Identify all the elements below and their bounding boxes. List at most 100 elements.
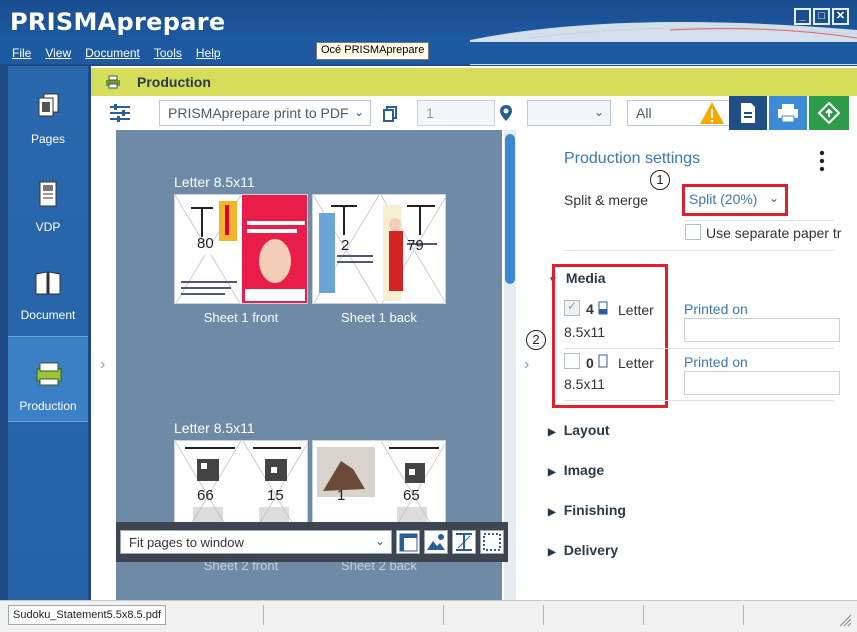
production-settings-title: Production settings: [564, 150, 701, 167]
paper-tray-icon: [598, 354, 608, 368]
print-button[interactable]: [769, 96, 807, 130]
book-icon: [35, 271, 61, 295]
production-settings-panel: Production settings 1 Split & merge Spli…: [526, 130, 857, 600]
maximize-button[interactable]: □: [813, 8, 830, 25]
ruler-button[interactable]: [396, 530, 420, 554]
scrollbar-thumb[interactable]: [505, 134, 515, 284]
media-1-checkbox[interactable]: ✓: [564, 299, 580, 316]
fit-pages-select[interactable]: Fit pages to window ⌄: [120, 530, 392, 554]
document-icon: [741, 103, 755, 123]
trim-button[interactable]: [452, 530, 476, 554]
sheet-1-title: Letter 8.5x11: [174, 174, 255, 190]
section-layout[interactable]: ▶ Layout: [548, 422, 610, 438]
submit-diamond-icon: [818, 102, 840, 124]
left-navigation: Pages VDP Document Production: [8, 66, 88, 600]
sheet-1-front[interactable]: 80: [174, 194, 308, 304]
section-delivery[interactable]: ▶ Delivery: [548, 542, 618, 558]
split-merge-label: Split & merge: [564, 192, 649, 208]
nav-label-pages: Pages: [30, 132, 66, 146]
nav-label-document: Document: [20, 308, 76, 322]
warning-icon[interactable]: [699, 101, 725, 125]
submit-button[interactable]: [809, 96, 849, 130]
section-image-label: Image: [563, 462, 605, 478]
nav-label-production: Production: [19, 399, 77, 413]
tooltip: Océ PRISMAprepare: [316, 42, 430, 60]
page-number: 80: [197, 235, 214, 252]
section-delivery-label: Delivery: [563, 542, 619, 558]
split-merge-select[interactable]: Split (20%) ⌄: [682, 184, 788, 216]
copies-icon: [383, 106, 397, 122]
sheet-1-back-thumbnail: [313, 195, 445, 303]
sheet-1-front-thumbnail: [175, 195, 307, 303]
production-printer-icon: [36, 362, 62, 386]
collapse-left-arrow-icon[interactable]: ›: [100, 356, 105, 374]
trim-icon: [456, 533, 472, 551]
document-button[interactable]: [729, 96, 767, 130]
section-layout-label: Layout: [563, 422, 610, 438]
status-cell: [644, 605, 744, 625]
copies-input[interactable]: 1: [417, 100, 495, 126]
ruler-icon: [399, 533, 418, 552]
status-bar: Sudoku_Statement5.5x8.5.pdf: [0, 600, 857, 632]
printer-select[interactable]: PRISMAprepare print to PDF ⌄: [159, 100, 371, 126]
divider: [564, 348, 834, 349]
chevron-down-icon: ⌄: [374, 534, 385, 548]
media-2-printed-on-input[interactable]: [684, 371, 840, 395]
vdp-icon: [39, 181, 57, 207]
nav-label-vdp: VDP: [35, 220, 61, 234]
minimize-button[interactable]: _: [794, 8, 811, 25]
more-options-icon[interactable]: [818, 150, 826, 172]
margins-icon: [483, 533, 501, 551]
callout-1: 1: [650, 170, 670, 190]
split-merge-value: Split (20%): [689, 191, 758, 207]
check-icon: ✓: [567, 299, 578, 313]
divider: [564, 400, 834, 401]
chevron-down-icon: ⌄: [593, 105, 604, 119]
menu-file[interactable]: File: [12, 46, 31, 60]
expand-triangle-icon: ▶: [548, 467, 556, 478]
menu-tools[interactable]: Tools: [154, 46, 182, 60]
image-button[interactable]: [424, 530, 448, 554]
sheet-1-back-label: Sheet 1 back: [341, 310, 417, 325]
media-2-checkbox[interactable]: [564, 353, 580, 369]
page-number: 2: [341, 237, 350, 254]
media-1-printed-on: Printed on: [684, 301, 748, 317]
close-button[interactable]: ✕: [832, 8, 849, 25]
fit-pages-value: Fit pages to window: [129, 535, 244, 550]
nav-item-document[interactable]: Document: [8, 246, 88, 332]
section-finishing[interactable]: ▶ Finishing: [548, 502, 626, 518]
settings-sliders-icon[interactable]: [109, 102, 131, 124]
menu-help[interactable]: Help: [196, 46, 221, 60]
page-number: 1: [337, 487, 346, 504]
preview-tools: Fit pages to window ⌄: [116, 522, 508, 562]
divider: [564, 250, 834, 251]
expand-panel-arrow-icon[interactable]: ›: [524, 356, 529, 374]
sheet-1-back[interactable]: 2 79: [312, 194, 446, 304]
separate-paper-checkbox[interactable]: [685, 224, 701, 240]
section-finishing-label: Finishing: [563, 502, 626, 518]
section-image[interactable]: ▶ Image: [548, 462, 604, 478]
location-select[interactable]: ⌄: [527, 100, 611, 126]
nav-item-production[interactable]: Production: [8, 336, 88, 422]
chevron-down-icon: ⌄: [768, 191, 779, 205]
resize-grip-icon[interactable]: [838, 613, 852, 627]
menu-document[interactable]: Document: [85, 46, 140, 60]
print-icon: [778, 104, 798, 123]
media-1-size: 8.5x11: [564, 324, 605, 340]
app-title: PRISMAprepare: [10, 8, 226, 36]
nav-item-pages[interactable]: Pages: [8, 70, 88, 156]
nav-item-vdp[interactable]: VDP: [8, 158, 88, 244]
expand-triangle-icon: ▶: [548, 547, 556, 558]
media-2-count: 0: [586, 355, 594, 371]
media-2-size: 8.5x11: [564, 376, 605, 392]
pages-select-value: All: [636, 105, 652, 121]
margins-button[interactable]: [480, 530, 504, 554]
media-1-name: Letter: [618, 302, 654, 318]
expand-triangle-icon: ▶: [548, 507, 556, 518]
window-controls: _ □ ✕: [794, 8, 849, 25]
printer-icon: [106, 75, 120, 89]
media-1-printed-on-input[interactable]: [684, 318, 840, 342]
callout-2: 2: [526, 330, 546, 350]
menu-view[interactable]: View: [45, 46, 71, 60]
status-cell: [264, 605, 444, 625]
